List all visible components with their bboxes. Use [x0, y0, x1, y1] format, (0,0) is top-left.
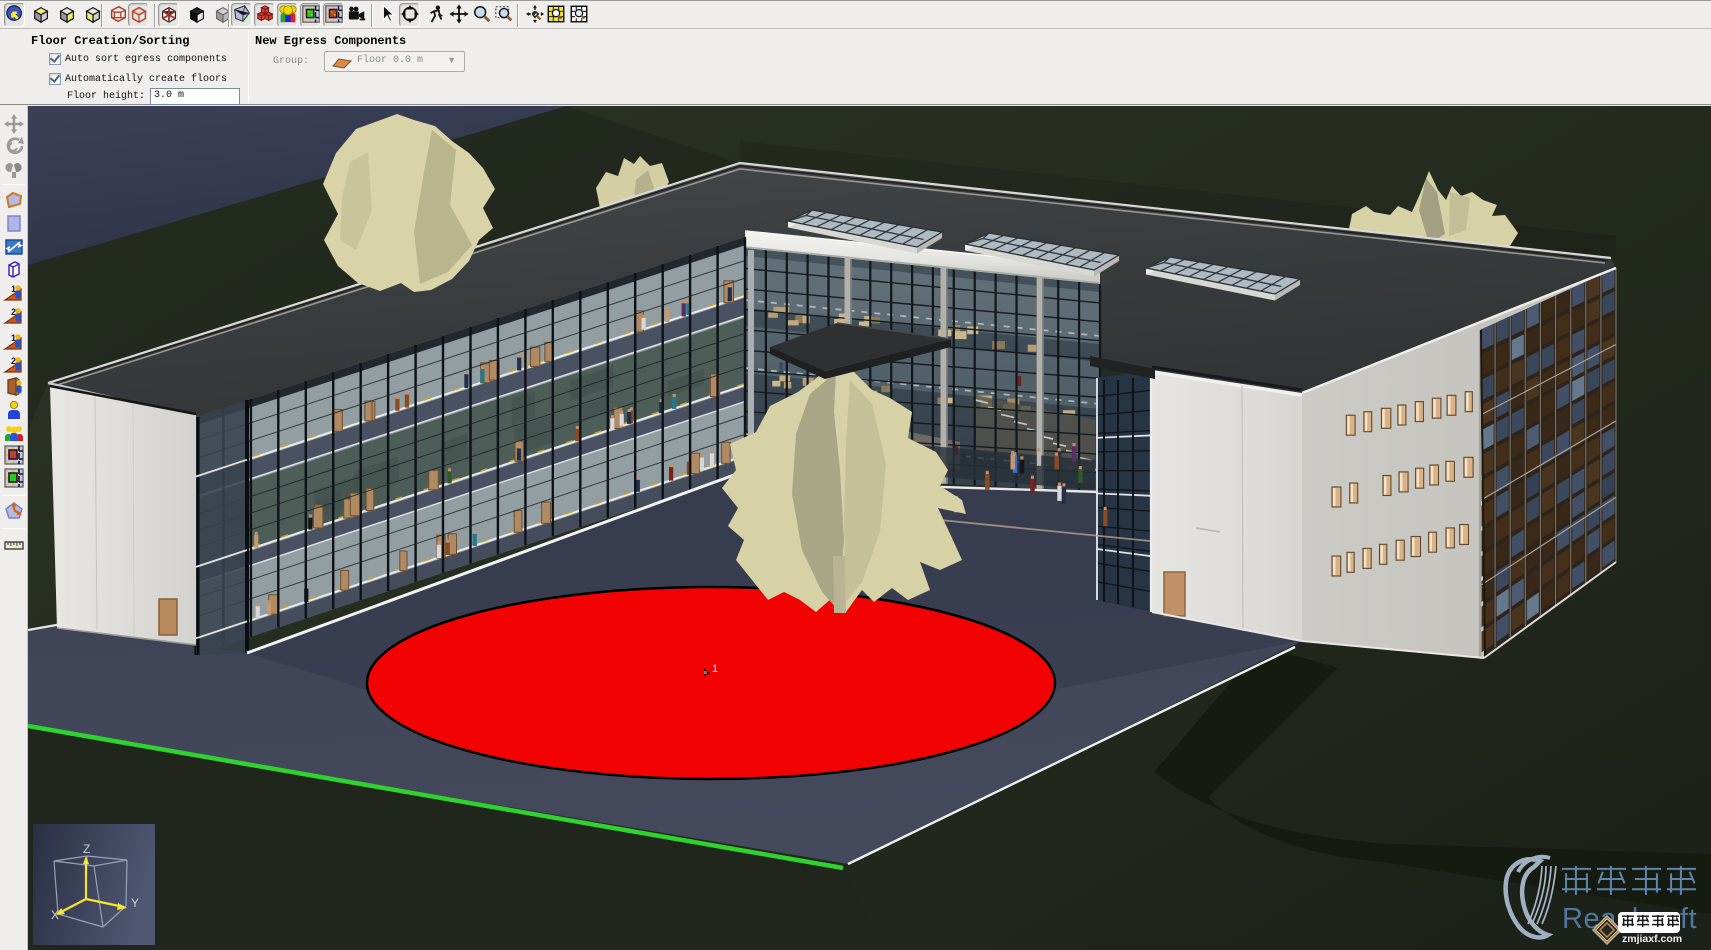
svg-text:Z: Z: [83, 842, 90, 856]
svg-text:zmjiaxf.com: zmjiaxf.com: [1622, 933, 1682, 945]
svg-text:2: 2: [11, 307, 16, 317]
svg-text:Y: Y: [131, 896, 139, 910]
svg-text:1: 1: [11, 333, 16, 343]
svg-text:2: 2: [11, 356, 16, 366]
svg-text:1: 1: [712, 663, 718, 675]
svg-text:X: X: [51, 908, 59, 922]
svg-text:1: 1: [11, 284, 16, 294]
